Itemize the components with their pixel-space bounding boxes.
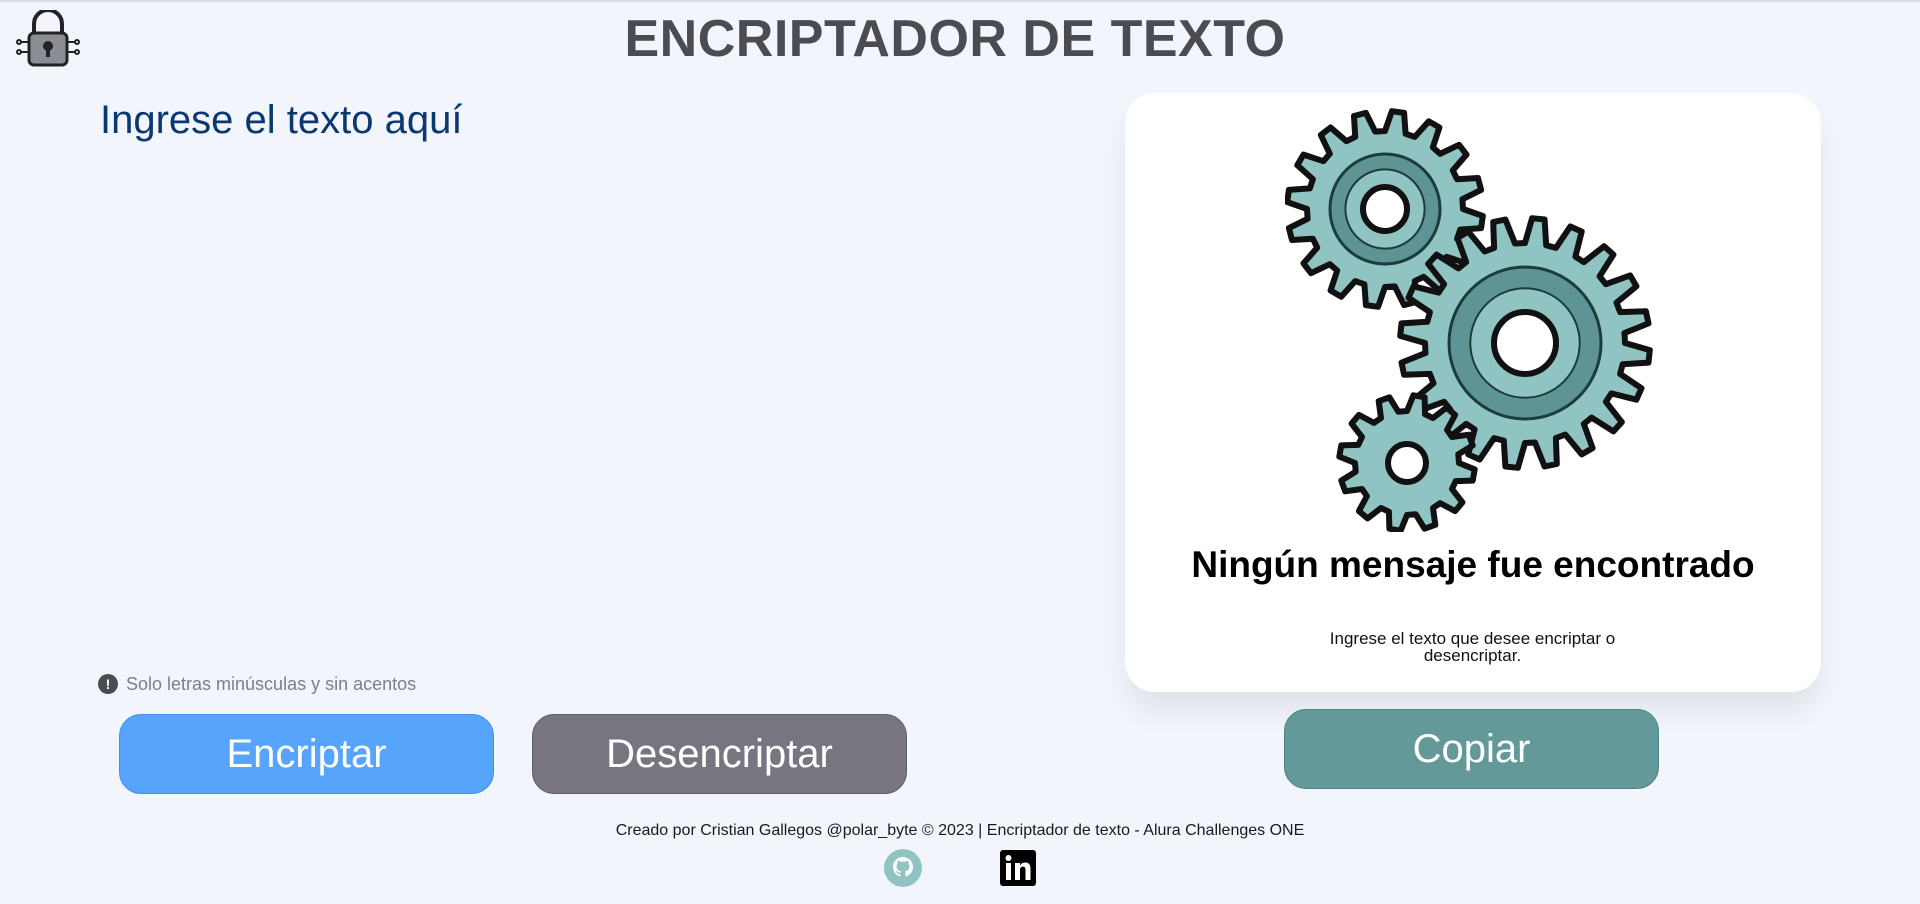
hint-text: Solo letras minúsculas y sin acentos: [126, 673, 417, 694]
encrypt-button[interactable]: Encriptar: [119, 714, 494, 794]
app-title: ENCRIPTADOR DE TEXTO: [624, 10, 1286, 68]
copy-button[interactable]: Copiar: [1284, 709, 1659, 789]
github-icon[interactable]: [884, 849, 922, 887]
linkedin-icon[interactable]: [1000, 850, 1036, 886]
input-hint: ! Solo letras minúsculas y sin acentos: [98, 673, 416, 695]
empty-state-subtitle: Ingrese el texto que desee encriptar o d…: [1329, 629, 1616, 665]
decrypt-button[interactable]: Desencriptar: [532, 714, 907, 794]
footer-credits: Creado por Cristian Gallegos @polar_byte…: [615, 822, 1305, 839]
text-input[interactable]: [100, 98, 1080, 658]
top-border: [0, 0, 1920, 2]
gears-icon: [1284, 108, 1657, 534]
empty-state-title: Ningún mensaje fue encontrado: [1191, 544, 1755, 585]
exclamation-circle-icon: !: [98, 674, 118, 694]
